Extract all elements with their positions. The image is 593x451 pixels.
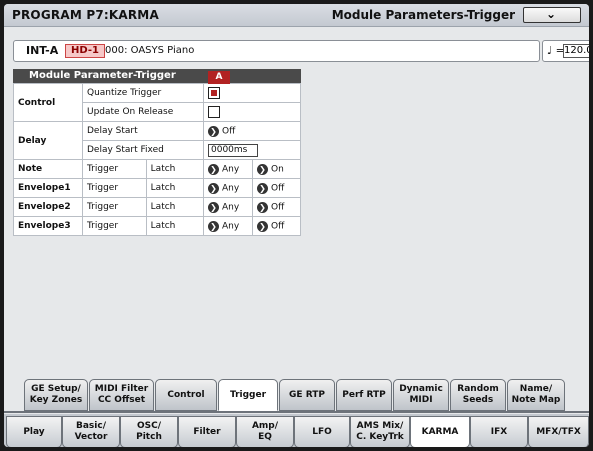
tab-control[interactable]: Control: [155, 379, 217, 411]
divider: [4, 411, 589, 413]
page-tab-ifx[interactable]: IFX: [470, 416, 528, 447]
param-label: Latch: [145, 216, 205, 236]
table-row: Envelope3 Trigger Latch ❯ Any ❯ Off: [13, 216, 301, 236]
page-menu-button[interactable]: ⌄: [523, 7, 581, 23]
table-row: Delay Delay Start ❯ Off: [13, 121, 301, 160]
title-bar: PROGRAM P7:KARMA Module Parameters-Trigg…: [4, 4, 589, 27]
panel-title: Module Parameter-Trigger: [29, 70, 176, 81]
panel-header: Module Parameter-Trigger A: [13, 69, 301, 84]
table-row: Envelope1 Trigger Latch ❯ Any ❯ Off: [13, 178, 301, 198]
table-row: Envelope2 Trigger Latch ❯ Any ❯ Off: [13, 197, 301, 217]
arrow-right-icon: ❯: [208, 201, 219, 213]
param-label: Trigger: [82, 159, 147, 179]
hd-badge: HD-1: [65, 44, 105, 58]
parameter-table: Control Quantize Trigger Update On Relea…: [13, 83, 301, 236]
table-row: Note Trigger Latch ❯ Any ❯ On: [13, 159, 301, 179]
arrow-right-icon: ❯: [208, 220, 219, 232]
tab-name-note-map[interactable]: Name/Note Map: [507, 379, 565, 411]
note-trigger-select[interactable]: ❯ Any: [203, 159, 253, 179]
screen: PROGRAM P7:KARMA Module Parameters-Trigg…: [4, 4, 589, 447]
arrow-right-icon: ❯: [257, 201, 268, 213]
page-tabs: Play Basic/Vector OSC/Pitch Filter Amp/E…: [4, 414, 589, 447]
page-tab-play[interactable]: Play: [6, 416, 62, 447]
page-title: PROGRAM P7:KARMA: [12, 8, 159, 22]
chevron-down-icon: ⌄: [546, 7, 557, 21]
page-tab-osc-pitch[interactable]: OSC/Pitch: [120, 416, 178, 447]
page-tab-filter[interactable]: Filter: [178, 416, 236, 447]
update-on-release-checkbox[interactable]: [208, 106, 220, 118]
param-label: Trigger: [82, 197, 147, 217]
tab-ge-setup[interactable]: GE Setup/Key Zones: [24, 379, 88, 411]
param-label: Latch: [145, 159, 205, 179]
group-envelope3: Envelope3: [13, 216, 83, 236]
delay-start-fixed-field[interactable]: 0000ms: [208, 143, 258, 157]
note-latch-select[interactable]: ❯ On: [252, 159, 301, 179]
param-label: Quantize Trigger: [82, 83, 204, 103]
page-tab-amp-eq[interactable]: Amp/EQ: [236, 416, 294, 447]
page-tab-basic-vector[interactable]: Basic/Vector: [62, 416, 120, 447]
envelope3-trigger-select[interactable]: ❯ Any: [203, 216, 253, 236]
table-row: Control Quantize Trigger: [13, 83, 301, 122]
arrow-right-icon: ❯: [257, 163, 268, 175]
tempo-value[interactable]: 120.00: [563, 44, 589, 58]
program-bank: INT-A: [26, 44, 59, 57]
tab-dynamic-midi[interactable]: Dynamic MIDI: [393, 379, 449, 411]
envelope1-latch-select[interactable]: ❯ Off: [252, 178, 301, 198]
tab-random-seeds[interactable]: Random Seeds: [450, 379, 506, 411]
arrow-right-icon: ❯: [257, 220, 268, 232]
group-envelope2: Envelope2: [13, 197, 83, 217]
arrow-right-icon: ❯: [208, 163, 219, 175]
envelope1-trigger-select[interactable]: ❯ Any: [203, 178, 253, 198]
group-delay: Delay: [13, 121, 83, 160]
quantize-trigger-checkbox[interactable]: [208, 87, 220, 99]
envelope2-latch-select[interactable]: ❯ Off: [252, 197, 301, 217]
arrow-right-icon: ❯: [257, 182, 268, 194]
group-note: Note: [13, 159, 83, 179]
page-subtitle: Module Parameters-Trigger: [331, 8, 515, 22]
tab-trigger[interactable]: Trigger: [218, 379, 278, 411]
arrow-right-icon: ❯: [208, 182, 219, 194]
param-label: Trigger: [82, 216, 147, 236]
program-select[interactable]: INT-A HD-1 000: OASYS Piano: [13, 40, 540, 62]
group-control: Control: [13, 83, 83, 122]
page-tab-lfo[interactable]: LFO: [294, 416, 350, 447]
param-label: Delay Start Fixed: [82, 140, 204, 160]
tab-ge-rtp[interactable]: GE RTP: [279, 379, 335, 411]
tempo-field[interactable]: ♩ = 120.00: [542, 40, 589, 62]
param-label: Latch: [145, 178, 205, 198]
envelope3-latch-select[interactable]: ❯ Off: [252, 216, 301, 236]
module-badge[interactable]: A: [208, 71, 230, 84]
arrow-right-icon: ❯: [208, 125, 219, 137]
tab-midi-filter[interactable]: MIDI Filter CC Offset: [89, 379, 154, 411]
delay-start-select[interactable]: ❯ Off: [203, 121, 301, 141]
page-tab-mfx-tfx[interactable]: MFX/TFX: [528, 416, 589, 447]
module-parameter-panel: Module Parameter-Trigger A Control Quant…: [13, 69, 301, 236]
karma-subpage-tabs: GE Setup/Key Zones MIDI Filter CC Offset …: [12, 379, 576, 411]
page-tab-ams-mix[interactable]: AMS Mix/C. KeyTrk: [350, 416, 410, 447]
param-label: Latch: [145, 197, 205, 217]
page-tab-karma[interactable]: KARMA: [410, 416, 470, 447]
envelope2-trigger-select[interactable]: ❯ Any: [203, 197, 253, 217]
tab-perf-rtp[interactable]: Perf RTP: [336, 379, 392, 411]
param-label: Delay Start: [82, 121, 204, 141]
param-label: Trigger: [82, 178, 147, 198]
program-name: 000: OASYS Piano: [105, 45, 195, 56]
param-label: Update On Release: [82, 102, 204, 122]
group-envelope1: Envelope1: [13, 178, 83, 198]
